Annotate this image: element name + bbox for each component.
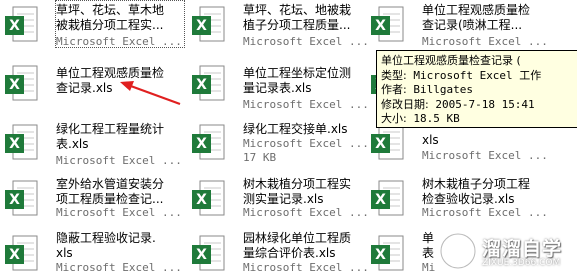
file-type: Microsoft Excel ... (422, 206, 548, 219)
tooltip-type-row: 类型: Microsoft Excel 工作 (381, 69, 577, 84)
tooltip-modified-value: 2005-7-18 15:41 (428, 97, 535, 111)
file-item[interactable]: X 单 表. Mi (366, 229, 435, 279)
svg-text:X: X (196, 77, 207, 93)
file-name: 单位工程观感质量检 查记录(喷淋工程... (422, 3, 531, 32)
tooltip-modified-row: 修改日期: 2005-7-18 15:41 (381, 98, 577, 113)
tooltip-size-row: 大小: 18.5 KB (381, 112, 577, 127)
file-name: 树木栽植分项工程实 测实量记录.xls (243, 177, 352, 206)
file-size: 17 KB (243, 151, 277, 164)
file-item[interactable]: X 园林绿化单位工程质 量综合评价表.xls Microsoft Excel .… (187, 229, 375, 279)
svg-text:X: X (196, 192, 207, 208)
file-item-selected[interactable]: X 单位工程观感质量检 查记录.xls (0, 59, 188, 109)
file-type: Microsoft Excel ... (243, 137, 369, 150)
file-info-tooltip: 单位工程观感质量检查记录 ( 类型: Microsoft Excel 工作 作者… (376, 50, 577, 128)
file-name: 隐蔽工程验收记录. xls (56, 231, 156, 260)
tooltip-size-label: 大小: (381, 112, 407, 125)
file-item[interactable]: X 绿化工程工程量统计 表.xls Microsoft Excel ... (0, 118, 188, 168)
file-name: 绿化工程交接单.xls (243, 122, 348, 136)
file-type: Microsoft Excel ... (422, 149, 548, 162)
excel-file-icon: X (5, 235, 38, 271)
file-name: 园林绿化单位工程质 量综合评价表.xls (243, 231, 352, 260)
svg-text:X: X (9, 247, 20, 263)
excel-file-icon: X (5, 65, 38, 101)
file-item[interactable]: X 单位工程坐标定位测 量记录表.xls Microsoft Excel ... (187, 59, 375, 111)
tooltip-author-value: Billgates (406, 83, 473, 96)
watermark: 溜溜自学 ZIXUE.3D66.COM (432, 222, 577, 279)
tooltip-title: 单位工程观感质量检查记录 ( (381, 54, 521, 67)
svg-text:X: X (196, 18, 207, 34)
svg-text:X: X (9, 18, 20, 34)
file-name: 绿化工程工程量统计 表.xls (56, 122, 165, 151)
file-name: 室外给水管道安装分 项工程质量检查记... (56, 177, 165, 206)
excel-file-icon: X (371, 6, 404, 42)
tooltip-author-label: 作者: (381, 83, 407, 96)
file-name: 树木栽植子分项工程 检查验收记录.xls (422, 177, 531, 206)
file-type: Microsoft Excel ... (56, 261, 182, 274)
file-item[interactable]: X 绿化工程交接单.xls Microsoft Excel ... 17 KB (187, 118, 375, 168)
watermark-subtitle: ZIXUE.3D66.COM (482, 258, 561, 268)
svg-text:X: X (375, 136, 386, 152)
file-name: 草坪、花坛、草木地 被栽植分项工程实... (56, 3, 165, 32)
excel-file-icon: X (192, 235, 225, 271)
file-item[interactable]: X 树木栽植分项工程实 测实量记录.xls Microsoft Excel ..… (187, 174, 375, 224)
file-name: 草坪、花坛、地被栽 植子分项工程质量... (243, 3, 352, 32)
svg-text:X: X (9, 77, 20, 93)
watermark-title: 溜溜自学 (482, 238, 563, 260)
file-item[interactable]: X 草坪、花坛、草木地 被栽植分项工程实... Microsoft Excel … (0, 0, 188, 50)
svg-text:X: X (9, 192, 20, 208)
file-name: 单位工程坐标定位测 量记录表.xls (243, 66, 352, 95)
svg-text:X: X (196, 136, 207, 152)
excel-file-icon: X (371, 180, 404, 216)
file-name: xls (422, 133, 439, 147)
tooltip-size-value: 18.5 KB (406, 112, 460, 125)
svg-text:X: X (9, 136, 20, 152)
file-type: Microsoft Excel ... (56, 154, 182, 167)
file-item[interactable]: X 树木栽植子分项工程 检查验收记录.xls Microsoft Excel .… (366, 174, 554, 224)
file-type: Microsoft Excel ... (56, 35, 182, 48)
file-item[interactable]: X 室外给水管道安装分 项工程质量检查记... Microsoft Excel … (0, 174, 188, 224)
file-type: Microsoft Excel ... (422, 35, 548, 48)
tooltip-type-value: Microsoft Excel 工作 (406, 68, 542, 82)
tooltip-modified-label: 修改日期: (381, 97, 429, 111)
excel-file-icon: X (5, 6, 38, 42)
excel-file-icon: X (371, 124, 404, 160)
file-name: 单位工程观感质量检 查记录.xls (56, 66, 165, 95)
excel-file-icon: X (5, 180, 38, 216)
excel-file-icon: X (192, 180, 225, 216)
svg-text:X: X (196, 247, 207, 263)
watermark-logo-icon (439, 232, 477, 270)
tooltip-author-row: 作者: Billgates (381, 83, 577, 98)
file-item[interactable]: X 隐蔽工程验收记录. xls Microsoft Excel ... (0, 229, 188, 279)
file-item[interactable]: X 草坪、花坛、地被栽 植子分项工程质量... Microsoft Excel … (187, 0, 375, 50)
excel-file-icon: X (192, 65, 225, 101)
svg-text:X: X (375, 247, 386, 263)
file-type: Microsoft Excel ... (243, 98, 369, 111)
file-item[interactable]: X 单位工程观感质量检 查记录(喷淋工程... Microsoft Excel … (366, 0, 554, 50)
tooltip-type-label: 类型: (381, 68, 407, 82)
file-type: Microsoft Excel ... (243, 35, 369, 48)
excel-file-icon: X (5, 124, 38, 160)
file-type: Microsoft Excel ... (56, 206, 182, 219)
excel-file-icon: X (371, 235, 404, 271)
excel-file-icon: X (192, 6, 225, 42)
svg-text:X: X (375, 18, 386, 34)
file-type: Microsoft Excel ... (243, 206, 369, 219)
svg-text:X: X (375, 192, 386, 208)
file-type: Microsoft Excel ... (243, 261, 369, 274)
excel-file-icon: X (192, 124, 225, 160)
